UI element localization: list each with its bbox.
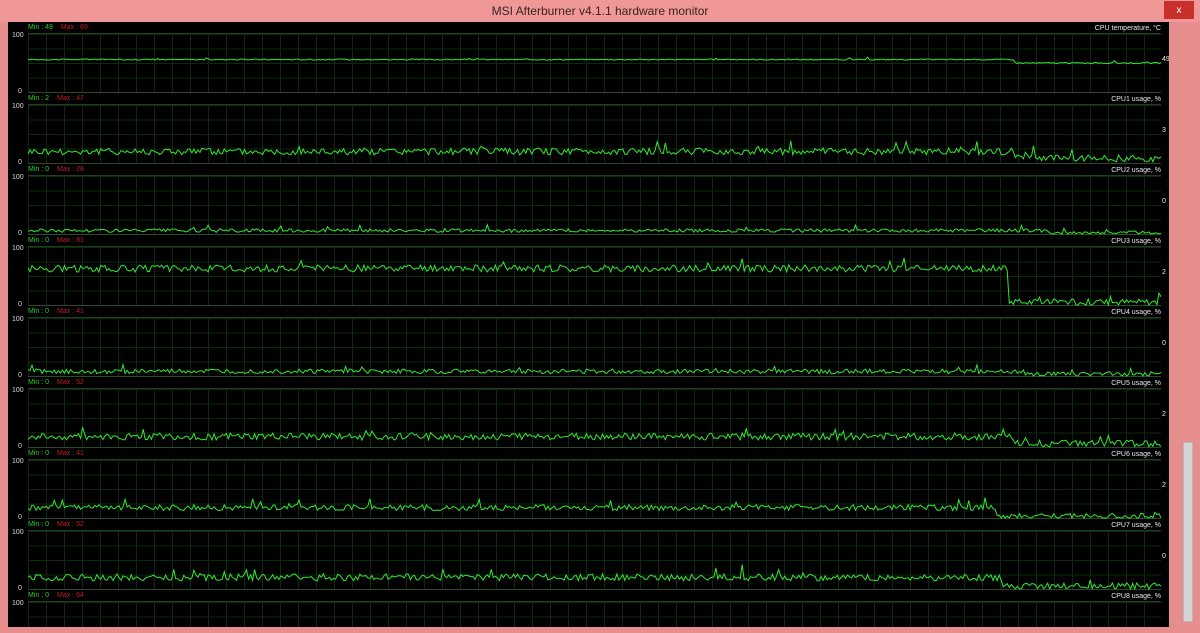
- graph-svg: [28, 602, 1161, 627]
- vertical-scrollbar[interactable]: [1182, 22, 1194, 627]
- graph-name: CPU temperature, °C: [1094, 25, 1161, 32]
- graph-plot-area: [27, 459, 1162, 520]
- graph-plot-area: [27, 175, 1162, 235]
- graph-plot-area: [27, 246, 1162, 307]
- series-line: [27, 362, 1162, 377]
- min-max-readout: Min : 2 Max : 47: [28, 95, 84, 103]
- graph-name: CPU2 usage, %: [1111, 167, 1161, 174]
- max-value: Max : 64: [57, 592, 84, 599]
- graph-svg: [27, 497, 1162, 520]
- y-axis-max-label: 100: [12, 316, 24, 323]
- max-value: Max : 69: [60, 24, 88, 31]
- min-value: Min : 0: [28, 379, 50, 386]
- monitor-graph[interactable]: 100 0 Min : 49 Max : 69 CPU temperature, °C 4…: [8, 22, 1169, 95]
- monitor-graph[interactable]: 100 0 Min : 0 Max : 28 CPU2 usage, % 0: [8, 164, 1169, 237]
- window-titlebar[interactable]: MSI Afterburner v4.1.1 hardware monitor …: [0, 0, 1200, 22]
- monitor-graph[interactable]: 100 0 Min : 0 Max : 41 CPU4 usage, % 0: [8, 306, 1169, 379]
- min-value: Min : 0: [28, 592, 50, 599]
- y-axis-max-label: 100: [12, 103, 24, 110]
- current-value: 0: [1162, 553, 1166, 560]
- y-axis-max-label: 100: [12, 174, 24, 181]
- graph-name: CPU4 usage, %: [1111, 309, 1161, 316]
- min-max-readout: Min : 0 Max : 41: [28, 308, 84, 316]
- close-button[interactable]: x: [1164, 1, 1194, 19]
- graph-name: CPU1 usage, %: [1111, 96, 1161, 103]
- graph-svg: [27, 56, 1162, 65]
- series-line: [27, 257, 1162, 307]
- max-value: Max : 28: [57, 166, 84, 173]
- min-max-readout: Min : 0 Max : 52: [28, 379, 84, 387]
- min-max-readout: Min : 0 Max : 41: [28, 450, 84, 458]
- graph-name: CPU8 usage, %: [1111, 593, 1161, 600]
- current-value: 2: [1162, 269, 1166, 276]
- graph-svg: [27, 427, 1162, 448]
- min-value: Min : 49: [28, 24, 53, 31]
- min-max-readout: Min : 49 Max : 69: [28, 24, 88, 32]
- y-axis-max-label: 100: [12, 529, 24, 536]
- min-max-readout: Min : 0 Max : 64: [28, 592, 84, 600]
- graph-plot-area: [27, 104, 1162, 164]
- current-value: 2: [1162, 482, 1166, 489]
- monitor-graph[interactable]: 1000Min : 0Max : 64CPU8 usage, %: [8, 590, 1169, 627]
- max-value: Max : 47: [57, 95, 84, 102]
- min-max-readout: Min : 0 Max : 81: [28, 237, 84, 245]
- current-value: 0: [1162, 198, 1166, 205]
- graph-svg: [27, 362, 1162, 377]
- graph-svg: [27, 139, 1162, 163]
- min-max-readout: Min : 0 Max : 28: [28, 166, 84, 174]
- current-value: 3: [1162, 127, 1166, 134]
- series-line: [27, 139, 1162, 163]
- series-line: [27, 497, 1162, 520]
- graph-plot-area: [27, 33, 1162, 93]
- max-value: Max : 52: [57, 521, 84, 528]
- graph-name: CPU7 usage, %: [1111, 522, 1161, 529]
- hardware-monitor-panel[interactable]: 100 0 Min : 49 Max : 69 CPU temperature, °C 4…: [8, 22, 1169, 627]
- current-value: 49: [1162, 56, 1169, 63]
- scrollbar-thumb[interactable]: [1183, 442, 1193, 622]
- graph-svg: [27, 257, 1162, 307]
- series-line: [27, 223, 1162, 235]
- series-line: [27, 56, 1162, 65]
- graph-plot-area: [27, 388, 1162, 448]
- graph-plot-area: [27, 317, 1162, 377]
- min-value: Min : 0: [28, 450, 50, 457]
- y-axis-max-label: 100: [12, 387, 24, 394]
- graph-name: CPU6 usage, %: [1111, 451, 1161, 458]
- series-line: [27, 427, 1162, 448]
- window-title: MSI Afterburner v4.1.1 hardware monitor: [491, 4, 709, 18]
- max-value: Max : 41: [57, 308, 84, 315]
- series-line: [27, 564, 1162, 591]
- monitor-graph[interactable]: 100 0 Min : 0 Max : 81 CPU3 usage, % 2: [8, 235, 1169, 308]
- min-value: Min : 0: [28, 308, 50, 315]
- min-value: Min : 0: [28, 166, 50, 173]
- monitor-graph[interactable]: 100 0 Min : 0 Max : 52 CPU7 usage, % 0: [8, 519, 1169, 592]
- y-axis-max-label: 100: [12, 245, 24, 252]
- max-value: Max : 52: [57, 379, 84, 386]
- max-value: Max : 41: [57, 450, 84, 457]
- y-axis-max-label: 100: [12, 458, 24, 465]
- monitor-graph[interactable]: 100 0 Min : 2 Max : 47 CPU1 usage, % 3: [8, 93, 1169, 166]
- graph-svg: [27, 564, 1162, 591]
- min-value: Min : 0: [28, 237, 50, 244]
- graph-plot-area: [28, 601, 1161, 627]
- graph-name: CPU5 usage, %: [1111, 380, 1161, 387]
- min-value: Min : 2: [28, 95, 50, 102]
- current-value: 0: [1162, 340, 1166, 347]
- graph-name: CPU3 usage, %: [1111, 238, 1161, 245]
- current-value: 2: [1162, 411, 1166, 418]
- max-value: Max : 81: [57, 237, 84, 244]
- y-axis-max-label: 100: [12, 32, 24, 39]
- graph-plot-area: [27, 530, 1162, 591]
- min-value: Min : 0: [28, 521, 50, 528]
- monitor-graph[interactable]: 100 0 Min : 0 Max : 52 CPU5 usage, % 2: [8, 377, 1169, 450]
- min-max-readout: Min : 0 Max : 52: [28, 521, 84, 529]
- monitor-graph[interactable]: 100 0 Min : 0 Max : 41 CPU6 usage, % 2: [8, 448, 1169, 521]
- y-axis-max-label: 100: [12, 600, 24, 607]
- graph-svg: [27, 223, 1162, 235]
